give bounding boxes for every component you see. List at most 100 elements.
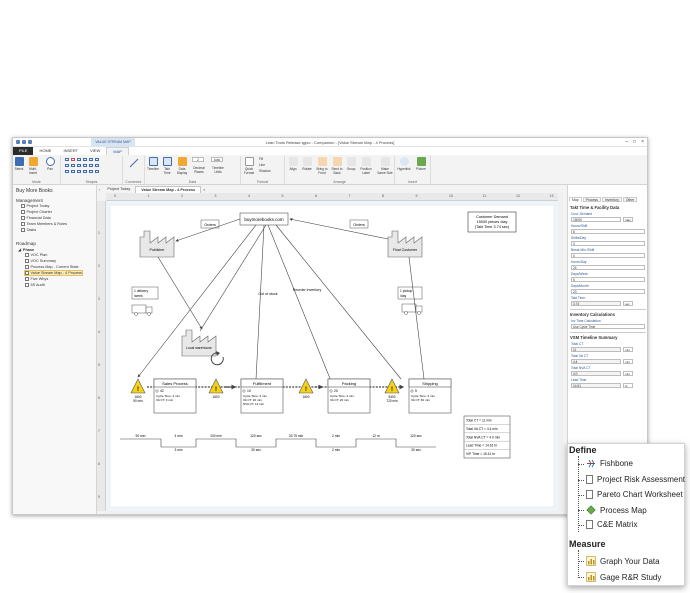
management-section[interactable]: Management [16, 198, 43, 203]
horizontal-scrollbar[interactable] [106, 511, 558, 514]
process-box[interactable]: Shipping5Cycle Time: 2 minVA CT: 60 min [408, 378, 452, 414]
nav-item-value-stream-map[interactable]: Value Stream Map - 4 Process [24, 270, 83, 276]
lead-time-unit-select[interactable]: hr [623, 383, 633, 388]
total-ct-unit-select[interactable]: min [623, 347, 633, 352]
tool-project-risk-assessment[interactable]: Project Risk Assessment [586, 475, 685, 484]
roadmap-section[interactable]: Roadmap [16, 241, 36, 246]
pane-tab-inventory[interactable]: Inventory [601, 197, 622, 202]
nav-item-voc-summary[interactable]: VOC Summary [25, 259, 56, 263]
electronic-info-shape-icon[interactable] [83, 170, 87, 173]
hours-day-input[interactable]: 24 [571, 265, 645, 270]
pan-button[interactable]: Pan [44, 157, 56, 171]
tool-pareto-chart-worksheet[interactable]: Pareto Chart Worksheet [586, 490, 683, 499]
delivery-right-box[interactable]: 1 pickup /day [397, 286, 423, 300]
nav-item-5s-audit[interactable]: 5S Audit [25, 283, 45, 287]
nav-item-process-map[interactable]: Process Map - Current State [25, 265, 79, 269]
nav-item-tasks[interactable]: Tasks [21, 228, 36, 232]
multi-insert-button[interactable]: Multi-Insert [26, 157, 40, 175]
go-see-shape-icon[interactable] [77, 170, 81, 173]
value-stream-map-canvas[interactable]: buymorebooks.com Orders Orders Customer … [106, 201, 558, 511]
kanban-shape-icon[interactable] [95, 158, 99, 161]
group-button[interactable]: Group [345, 157, 357, 171]
nav-item-project-today[interactable]: Project Today [21, 204, 49, 208]
break-min-input[interactable]: 0 [571, 253, 645, 258]
customer-demand-box[interactable]: Customer Demand 15000 pieces /day (Takt … [467, 211, 517, 233]
tool-process-map[interactable]: Process Map [586, 505, 647, 515]
withdrawal-shape-icon[interactable] [71, 170, 75, 173]
process-box[interactable]: Fulfillment10Cycle Time: 2 minVA CT: 20 … [240, 378, 284, 414]
shadow-button[interactable]: Shadow [259, 169, 279, 173]
inventory-section-title[interactable]: Inventory Calculations [570, 312, 615, 317]
pane-tab-other[interactable]: Other [622, 197, 638, 202]
nav-item-financial-data[interactable]: Financial Data [21, 216, 51, 220]
canvas-area[interactable]: buymorebooks.com Orders Orders Customer … [106, 201, 558, 511]
tab-home[interactable]: HOME [33, 147, 57, 155]
nav-item-five-whys[interactable]: Five Whys [25, 277, 48, 281]
bring-to-front-button[interactable]: Bring to Front [315, 157, 329, 175]
close-button[interactable]: × [641, 139, 644, 145]
takt-time-unit-select[interactable]: sec [623, 301, 633, 306]
operator-shape-icon[interactable] [83, 164, 87, 167]
factory-shape-icon[interactable] [77, 158, 81, 161]
position-label-button[interactable]: Position Label [359, 157, 373, 175]
cust-demand-input[interactable]: 15000 [571, 217, 621, 222]
total-nva-ct-unit-select[interactable]: min [623, 371, 633, 376]
tool-graph-your-data[interactable]: Graph Your Data [586, 556, 660, 566]
fill-button[interactable]: Fill [259, 157, 279, 161]
rotate-button[interactable]: Rotate [301, 157, 313, 171]
line-button[interactable]: Line [259, 163, 279, 167]
tab-insert[interactable]: INSERT [57, 147, 84, 155]
days-month-input[interactable]: 20 [571, 289, 645, 294]
doc-tab-value-stream-map[interactable]: Value Stream Map - 4 Process [135, 186, 202, 193]
fifo-shape-icon[interactable] [77, 164, 81, 167]
pane-tab-map[interactable]: Map [569, 197, 582, 202]
make-same-size-button[interactable]: Make Same Size [377, 157, 393, 175]
quick-format-button[interactable]: Quick Format [242, 157, 256, 175]
tool-fishbone[interactable]: Fishbone [586, 459, 633, 468]
cust-demand-unit-select[interactable]: /day [623, 217, 633, 222]
tab-map[interactable]: MAP [106, 147, 129, 155]
timeline-summary-box[interactable]: Total CT = 11 min Total VA CT = 4.4 min To… [463, 415, 511, 459]
triangle-shape-icon[interactable] [71, 158, 75, 161]
picture-button[interactable]: Picture [414, 157, 428, 171]
nav-item-voc-plan[interactable]: VOC Plan [25, 253, 47, 257]
hyperlink-button[interactable]: Hyperlink [397, 157, 411, 171]
hours-shift-input[interactable]: 8 [571, 229, 645, 234]
buffer-shape-icon[interactable] [95, 164, 99, 167]
vertical-scrollbar[interactable] [558, 193, 563, 511]
supermarket-shape-icon[interactable] [71, 164, 75, 167]
process-box[interactable]: Packing20Cycle Time: 2 minVA CT: 20 min [327, 378, 371, 414]
nav-item-team-members[interactable]: Team Members & Roles [21, 222, 67, 226]
inv-time-calc-select[interactable]: Use Cycle Time [571, 324, 645, 329]
process-shape-icon[interactable] [65, 158, 69, 161]
nav-item-project-charter[interactable]: Project Charter [21, 210, 52, 214]
orders-left-box[interactable]: Orders [200, 219, 220, 229]
load-leveling-shape-icon[interactable] [95, 170, 99, 173]
pane-tab-process[interactable]: Process [582, 197, 601, 202]
tab-file[interactable]: FILE [13, 147, 34, 155]
select-button[interactable]: Select [14, 157, 24, 171]
timeline-section-title[interactable]: VSM Timeline Summary [570, 335, 617, 340]
tab-view[interactable]: VIEW [84, 147, 106, 155]
kaizen-shape-icon[interactable] [89, 164, 93, 167]
customer-website-box[interactable]: buymorebooks.com [239, 212, 289, 226]
signal-shape-icon[interactable] [65, 170, 69, 173]
phase-node[interactable]: ◢ Phase [18, 247, 34, 253]
decimal-places-stepper[interactable]: 2 [192, 157, 204, 162]
total-va-ct-unit-select[interactable]: min [623, 359, 633, 364]
timeline-button[interactable]: Timeline [146, 157, 160, 171]
timeline-units-select[interactable]: Auto [211, 157, 223, 162]
days-week-input[interactable]: 5 [571, 277, 645, 282]
orders-right-box[interactable]: Orders [349, 219, 369, 229]
doc-tab-project-today[interactable]: Project Today [102, 186, 135, 193]
tool-ce-matrix[interactable]: C&E Matrix [586, 520, 637, 529]
minimize-button[interactable]: – [625, 139, 628, 145]
process-box[interactable]: Sales Process42Cycle Time: 4 minVA CT: 3… [153, 378, 197, 414]
truck-shape-icon[interactable] [83, 158, 87, 161]
shifts-day-input[interactable]: 3 [571, 241, 645, 246]
maximize-button[interactable]: □ [633, 139, 636, 145]
tab-close-icon[interactable]: × [201, 186, 207, 193]
connector-button[interactable] [128, 158, 140, 169]
align-button[interactable]: Align [287, 157, 299, 171]
send-to-back-button[interactable]: Send to Back [330, 157, 344, 175]
